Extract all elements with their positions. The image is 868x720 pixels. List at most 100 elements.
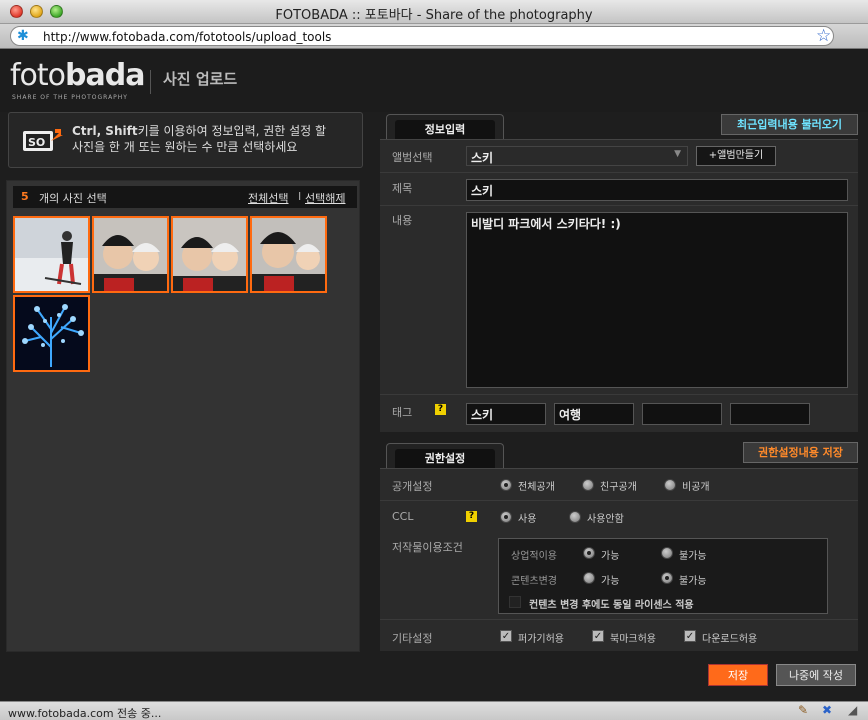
ccl-label: CCL (392, 510, 414, 523)
allow-share-label: 퍼가기허용 (518, 634, 564, 645)
public-all-radio[interactable] (500, 479, 512, 491)
deselect-link[interactable]: 선택해제 (305, 190, 345, 206)
permission-form: 공개설정 전체공개 친구공개 비공개 CCL ? 사용 사용안함 저작물이용조건… (380, 468, 858, 651)
etc-row: 기타설정 ✓ 퍼가기허용 ✓ 북마크허용 ✓ 다운로드허용 (380, 619, 858, 652)
instruction-line2: 사진을 한 개 또는 원하는 수 만큼 선택하세요 (72, 140, 298, 154)
write-later-button[interactable]: 나중에 작성 (776, 664, 856, 686)
make-album-button[interactable]: +앨범만들기 (696, 146, 776, 166)
ccl-use-label: 사용 (518, 514, 537, 525)
header-divider (150, 70, 151, 94)
public-all-label: 전체공개 (518, 482, 555, 493)
tag-input-1[interactable]: 스키 (466, 403, 546, 425)
commercial-allow-label: 가능 (601, 551, 620, 562)
tag-input-3[interactable] (642, 403, 722, 425)
selection-header: 5 개의 사진 선택 전체선택 I 선택해제 (13, 186, 357, 208)
content-textarea[interactable]: 비발디 파크에서 스키타다! :) (466, 212, 848, 388)
fotobada-logo[interactable]: fotobada (10, 58, 145, 93)
instruction-box: SO Ctrl, Shift키를 이용하여 정보입력, 권한 설정 할 사진을 … (8, 112, 363, 168)
save-permissions-button[interactable]: 권한설정내용 저장 (743, 442, 858, 463)
public-private-label: 비공개 (682, 482, 710, 493)
public-label: 공개설정 (392, 480, 433, 493)
site-favicon-icon: ✱ (17, 28, 29, 44)
commercial-label: 상업적이용 (511, 551, 557, 562)
tag-help-icon[interactable]: ? (435, 404, 446, 415)
status-text: www.fotobada.com 전송 중... (8, 707, 162, 720)
content-row: 내용 비발디 파크에서 스키타다! :) (380, 206, 858, 395)
tab-info-label: 정보입력 (395, 120, 495, 140)
shortcut-keys: Ctrl, Shift (72, 124, 138, 138)
photo-thumbnail[interactable] (13, 295, 90, 372)
condition-label: 저작물이용조건 (392, 541, 463, 554)
tag-input-4[interactable] (730, 403, 810, 425)
modify-label: 콘텐츠변경 (511, 576, 557, 587)
title-input[interactable]: 스키 (466, 179, 848, 201)
link-separator: I (298, 190, 302, 203)
chevron-down-icon: ▼ (674, 149, 681, 159)
allow-bookmark-checkbox[interactable]: ✓ (592, 630, 604, 642)
modify-allow-radio[interactable] (583, 572, 595, 584)
ccl-help-icon[interactable]: ? (466, 511, 477, 522)
logo-light-text: foto (10, 58, 66, 93)
modify-deny-radio[interactable] (661, 572, 673, 584)
selected-count: 5 (21, 190, 29, 203)
same-license-checkbox[interactable] (509, 596, 521, 608)
title-label: 제목 (392, 182, 413, 195)
title-row: 제목 스키 (380, 173, 858, 206)
photo-thumbnail-grid (13, 216, 353, 516)
selected-label: 개의 사진 선택 (39, 192, 107, 205)
title-bar: FOTOBADA :: 포토바다 - Share of the photogra… (0, 0, 868, 24)
ccl-nouse-label: 사용안함 (587, 514, 624, 525)
instruction-line1: 키를 이용하여 정보입력, 권한 설정 할 (137, 124, 327, 138)
tab-permissions[interactable]: 권한설정 (386, 443, 504, 469)
ccl-use-radio[interactable] (500, 511, 512, 523)
resize-grip-icon[interactable]: ◢ (848, 703, 857, 717)
url-text[interactable]: http://www.fotobada.com/fototools/upload… (43, 30, 331, 44)
load-recent-button[interactable]: 최근입력내용 불러오기 (721, 114, 858, 135)
tag-label: 태그 (392, 406, 413, 419)
tab-info[interactable]: 정보입력 (386, 114, 504, 140)
browser-window: FOTOBADA :: 포토바다 - Share of the photogra… (0, 0, 868, 720)
public-private-radio[interactable] (664, 479, 676, 491)
photo-thumbnail[interactable] (13, 216, 90, 293)
public-friends-label: 친구공개 (600, 482, 637, 493)
photo-thumbnail[interactable] (171, 216, 248, 293)
album-select-value: 스키 (471, 151, 494, 165)
modify-allow-label: 가능 (601, 576, 620, 587)
commercial-deny-label: 불가능 (679, 551, 707, 562)
network-icon[interactable]: ✖ (822, 703, 832, 717)
tag-row: 태그 ? 스키 여행 (380, 395, 858, 433)
logo-tagline: SHARE OF THE PHOTOGRAPHY (12, 94, 128, 101)
public-row: 공개설정 전체공개 친구공개 비공개 (380, 469, 858, 501)
instruction-text: Ctrl, Shift키를 이용하여 정보입력, 권한 설정 할 사진을 한 개… (72, 123, 357, 155)
tab-permissions-label: 권한설정 (395, 449, 495, 469)
commercial-deny-radio[interactable] (661, 547, 673, 559)
photo-selection-panel: 5 개의 사진 선택 전체선택 I 선택해제 (6, 180, 360, 652)
url-field[interactable]: ✱ http://www.fotobada.com/fototools/uplo… (10, 26, 834, 46)
public-friends-radio[interactable] (582, 479, 594, 491)
tools-icon[interactable]: ✎ (798, 703, 808, 717)
etc-label: 기타설정 (392, 632, 433, 645)
save-button[interactable]: 저장 (708, 664, 768, 686)
ccl-nouse-radio[interactable] (569, 511, 581, 523)
upload-photo-icon: SO (23, 129, 63, 151)
address-bar: ✱ http://www.fotobada.com/fototools/uplo… (0, 24, 868, 49)
photo-thumbnail[interactable] (250, 216, 327, 293)
allow-download-checkbox[interactable]: ✓ (684, 630, 696, 642)
allow-share-checkbox[interactable]: ✓ (500, 630, 512, 642)
commercial-allow-radio[interactable] (583, 547, 595, 559)
tag-input-2[interactable]: 여행 (554, 403, 634, 425)
album-label: 앨범선택 (392, 151, 433, 164)
logo-bold-text: bada (65, 58, 145, 93)
album-select[interactable]: 스키 ▼ (466, 146, 688, 166)
status-bar: www.fotobada.com 전송 중... ✎ ✖ ◢ (0, 701, 868, 720)
photo-thumbnail[interactable] (92, 216, 169, 293)
album-row: 앨범선택 스키 ▼ +앨범만들기 (380, 140, 858, 173)
select-all-link[interactable]: 전체선택 (248, 190, 288, 206)
content-label: 내용 (392, 214, 413, 227)
info-form: 앨범선택 스키 ▼ +앨범만들기 제목 스키 내용 비발디 파크에서 스키타다!… (380, 139, 858, 432)
bookmark-star-icon[interactable]: ☆ (816, 26, 831, 46)
same-license-label: 컨텐츠 변경 후에도 동일 라이센스 적용 (529, 600, 694, 611)
allow-bookmark-label: 북마크허용 (610, 634, 656, 645)
site-header: fotobada SHARE OF THE PHOTOGRAPHY 사진 업로드 (0, 50, 868, 112)
page-title: 사진 업로드 (163, 70, 238, 88)
